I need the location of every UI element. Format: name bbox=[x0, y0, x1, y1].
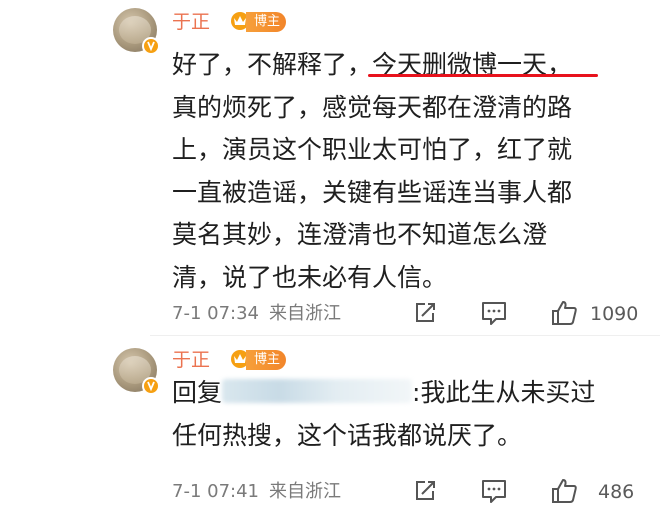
timestamp: 7-1 07:41 bbox=[172, 481, 259, 502]
comment-icon bbox=[482, 302, 506, 325]
blogger-badge: 博主 bbox=[246, 350, 287, 370]
blurred-username bbox=[222, 379, 413, 403]
username[interactable]: 于正 bbox=[172, 11, 210, 33]
avatar[interactable] bbox=[113, 8, 160, 55]
blogger-badge: 博主 bbox=[246, 12, 287, 32]
like-count: 1090 bbox=[590, 303, 639, 325]
comment-meta: 7-1 07:41 来自浙江 bbox=[172, 480, 351, 504]
location: 来自浙江 bbox=[269, 303, 341, 324]
username[interactable]: 于正 bbox=[172, 349, 210, 371]
share-button[interactable] bbox=[410, 476, 440, 506]
avatar[interactable] bbox=[113, 348, 160, 395]
comment-button[interactable] bbox=[477, 476, 511, 506]
verified-icon bbox=[142, 377, 160, 395]
like-icon bbox=[552, 301, 577, 325]
like-button[interactable] bbox=[547, 476, 581, 506]
timestamp: 7-1 07:34 bbox=[172, 303, 259, 324]
comment-line: 好了，不解释了，今天删微博一天， bbox=[172, 50, 573, 79]
location: 来自浙江 bbox=[269, 481, 341, 502]
share-button[interactable] bbox=[410, 298, 440, 328]
comment-icon bbox=[482, 480, 506, 503]
comment-line: 莫名其妙，连澄清也不知道怎么澄 bbox=[172, 220, 548, 249]
comment-line: 一直被造谣，关键有些谣连当事人都 bbox=[172, 177, 573, 207]
share-icon bbox=[416, 303, 435, 322]
comment-line: 回复:我此生从未买过 bbox=[172, 378, 596, 407]
comment-line: 任何热搜，这个话我都说厌了。 bbox=[172, 420, 523, 450]
like-icon bbox=[552, 479, 577, 503]
comment-text: 回复:我此生从未买过 任何热搜，这个话我都说厌了。 bbox=[172, 372, 632, 457]
like-button[interactable] bbox=[547, 298, 581, 328]
comment-button[interactable] bbox=[477, 298, 511, 328]
comment-item: 于正 博主 好了，不解释了，今天删微博一天， 真的烦死了，感觉每天都在澄清的路 … bbox=[0, 0, 660, 336]
share-icon bbox=[416, 481, 435, 500]
comment-text: 好了，不解释了，今天删微博一天， 真的烦死了，感觉每天都在澄清的路 上，演员这个… bbox=[172, 44, 632, 299]
comment-line: 真的烦死了，感觉每天都在澄清的路 bbox=[172, 92, 573, 122]
comment-meta: 7-1 07:34 来自浙江 bbox=[172, 302, 351, 326]
verified-icon bbox=[142, 37, 160, 55]
underlined-text: 今天删微博一天， bbox=[372, 50, 573, 79]
like-count: 486 bbox=[598, 481, 635, 503]
comment-line: 清，说了也未必有人信。 bbox=[172, 262, 448, 292]
comment-line: 上，演员这个职业太可怕了，红了就 bbox=[172, 135, 573, 164]
comment-item: 于正 博主 回复:我此生从未买过 任何热搜，这个话我都说厌了。 7-1 07:4… bbox=[0, 336, 660, 519]
